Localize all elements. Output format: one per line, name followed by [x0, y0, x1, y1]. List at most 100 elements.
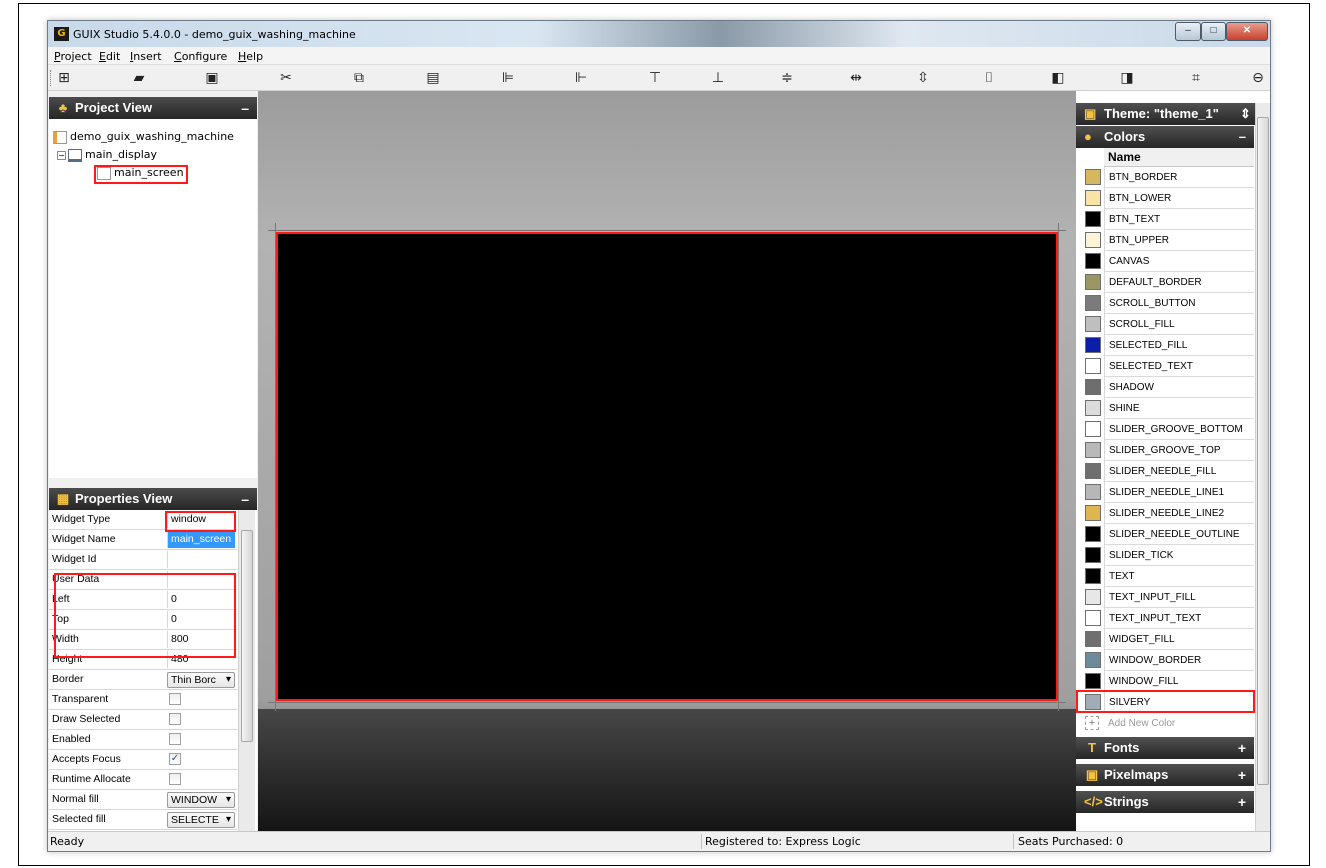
- align-right-icon[interactable]: ⊩: [571, 68, 591, 88]
- property-checkbox[interactable]: ✓: [169, 753, 181, 765]
- color-row[interactable]: WINDOW_BORDER: [1076, 650, 1254, 671]
- property-dropdown[interactable]: WINDOW: [167, 792, 235, 808]
- property-value[interactable]: main_screen: [167, 531, 235, 548]
- zoom-icon[interactable]: ⊖: [1248, 68, 1268, 88]
- color-row[interactable]: WIDGET_FILL: [1076, 629, 1254, 650]
- property-checkbox[interactable]: [169, 713, 181, 725]
- property-checkbox[interactable]: [169, 733, 181, 745]
- color-row[interactable]: SELECTED_FILL: [1076, 335, 1254, 356]
- color-row[interactable]: WINDOW_FILL: [1076, 671, 1254, 692]
- menu-configure[interactable]: Configure: [174, 50, 227, 63]
- property-value[interactable]: [167, 551, 235, 568]
- color-row[interactable]: SELECTED_TEXT: [1076, 356, 1254, 377]
- menu-help[interactable]: Help: [238, 50, 263, 63]
- section-title: Strings: [1104, 794, 1149, 809]
- close-button[interactable]: ✕: [1226, 22, 1268, 41]
- color-row[interactable]: BTN_LOWER: [1076, 188, 1254, 209]
- resource-scroll-thumb[interactable]: [1257, 117, 1269, 785]
- tree-item-project[interactable]: demo_guix_washing_machine: [53, 129, 234, 145]
- properties-scroll-thumb[interactable]: [241, 530, 253, 742]
- move-to-front-icon[interactable]: ◧: [1048, 68, 1068, 88]
- colors-header[interactable]: ● Colors –: [1076, 126, 1254, 148]
- minimize-button[interactable]: –: [1175, 22, 1201, 41]
- size-to-fit-icon[interactable]: ⌷: [979, 68, 999, 88]
- color-row[interactable]: SHADOW: [1076, 377, 1254, 398]
- color-row[interactable]: BTN_UPPER: [1076, 230, 1254, 251]
- project-view-collapse-button[interactable]: –: [241, 97, 249, 119]
- equal-height-icon[interactable]: ⇳: [913, 68, 933, 88]
- color-row[interactable]: SLIDER_GROOVE_BOTTOM: [1076, 419, 1254, 440]
- menu-edit[interactable]: Edit: [99, 50, 120, 63]
- color-row[interactable]: SHINE: [1076, 398, 1254, 419]
- toolbar-grip[interactable]: [50, 70, 53, 86]
- cut-icon[interactable]: ✂: [276, 68, 296, 88]
- move-to-back-icon[interactable]: ◨: [1117, 68, 1137, 88]
- color-row[interactable]: TEXT_INPUT_TEXT: [1076, 608, 1254, 629]
- color-row[interactable]: SLIDER_NEEDLE_LINE1: [1076, 482, 1254, 503]
- color-row[interactable]: BTN_BORDER: [1076, 167, 1254, 188]
- align-bottom-icon[interactable]: ⊥: [708, 68, 728, 88]
- property-dropdown[interactable]: SELECTE: [167, 812, 235, 828]
- equal-width-icon[interactable]: ⇹: [846, 68, 866, 88]
- color-row[interactable]: DEFAULT_BORDER: [1076, 272, 1254, 293]
- new-icon[interactable]: ⊞: [54, 68, 74, 88]
- menu-project[interactable]: Project: [54, 50, 92, 63]
- tree-expand-icon[interactable]: −: [57, 150, 66, 160]
- color-row[interactable]: TEXT_INPUT_FILL: [1076, 587, 1254, 608]
- project-tree-icon: ♣: [58, 100, 68, 115]
- theme-icon: ▣: [1084, 106, 1097, 121]
- main-screen-canvas[interactable]: [276, 232, 1058, 701]
- section-expand-button[interactable]: +: [1238, 791, 1246, 813]
- theme-selector[interactable]: ▣ Theme: "theme_1" ⇕: [1076, 103, 1270, 125]
- color-row[interactable]: SCROLL_FILL: [1076, 314, 1254, 335]
- color-name: SHINE: [1104, 398, 1254, 419]
- color-row[interactable]: SLIDER_NEEDLE_OUTLINE: [1076, 524, 1254, 545]
- align-left-icon[interactable]: ⊫: [498, 68, 518, 88]
- fonts-icon: T: [1088, 740, 1096, 755]
- property-checkbox[interactable]: [169, 773, 181, 785]
- color-swatch: [1085, 589, 1101, 605]
- properties-scrollbar[interactable]: [238, 510, 255, 850]
- resource-pane: ▣ Theme: "theme_1" ⇕ ● Colors – Name BTN…: [1076, 91, 1270, 850]
- color-swatch: [1085, 526, 1101, 542]
- title-bar[interactable]: G GUIX Studio 5.4.0.0 - demo_guix_washin…: [48, 21, 1270, 47]
- colors-name-column-header[interactable]: Name: [1104, 148, 1254, 167]
- tree-item-display[interactable]: − main_display: [57, 147, 157, 163]
- color-row[interactable]: SCROLL_BUTTON: [1076, 293, 1254, 314]
- color-row[interactable]: SLIDER_NEEDLE_LINE2: [1076, 503, 1254, 524]
- paste-icon[interactable]: ▤: [423, 68, 443, 88]
- vertical-center-icon[interactable]: ≑: [777, 68, 797, 88]
- color-row[interactable]: SLIDER_TICK: [1076, 545, 1254, 566]
- color-row[interactable]: SLIDER_NEEDLE_FILL: [1076, 461, 1254, 482]
- color-name: SLIDER_GROOVE_TOP: [1104, 440, 1254, 461]
- open-icon[interactable]: ▰: [129, 68, 149, 88]
- colors-collapse-button[interactable]: –: [1239, 126, 1246, 148]
- copy-icon[interactable]: ⧉: [349, 68, 369, 88]
- color-row[interactable]: SLIDER_GROOVE_TOP: [1076, 440, 1254, 461]
- property-checkbox[interactable]: [169, 693, 181, 705]
- section-strings-header[interactable]: </> Strings +: [1076, 791, 1254, 813]
- resource-scrollbar[interactable]: [1255, 103, 1270, 850]
- property-dropdown[interactable]: Thin Borc: [167, 672, 235, 688]
- section-title: Fonts: [1104, 740, 1140, 755]
- section-expand-button[interactable]: +: [1238, 764, 1246, 786]
- maximize-button[interactable]: □: [1201, 22, 1226, 41]
- align-top-icon[interactable]: ⊤: [645, 68, 665, 88]
- properties-view-header[interactable]: ▦ Properties View –: [49, 488, 257, 510]
- add-new-color-button[interactable]: + Add New Color: [1076, 713, 1254, 734]
- section-fonts-header[interactable]: T Fonts +: [1076, 737, 1254, 759]
- section-pixelmaps-header[interactable]: ▣ Pixelmaps +: [1076, 764, 1254, 786]
- section-expand-button[interactable]: +: [1238, 737, 1246, 759]
- color-row[interactable]: BTN_TEXT: [1076, 209, 1254, 230]
- snap-icon[interactable]: ⌗: [1186, 68, 1206, 88]
- theme-spinner-icon[interactable]: ⇕: [1240, 103, 1251, 125]
- property-label: Normal fill: [52, 793, 99, 805]
- canvas-area[interactable]: [258, 91, 1076, 850]
- project-view-header[interactable]: ♣ Project View –: [49, 97, 257, 119]
- color-row[interactable]: CANVAS: [1076, 251, 1254, 272]
- menu-insert[interactable]: Insert: [130, 50, 162, 63]
- color-name: SLIDER_TICK: [1104, 545, 1254, 566]
- properties-view-collapse-button[interactable]: –: [241, 488, 249, 510]
- save-icon[interactable]: ▣: [202, 68, 222, 88]
- color-row[interactable]: TEXT: [1076, 566, 1254, 587]
